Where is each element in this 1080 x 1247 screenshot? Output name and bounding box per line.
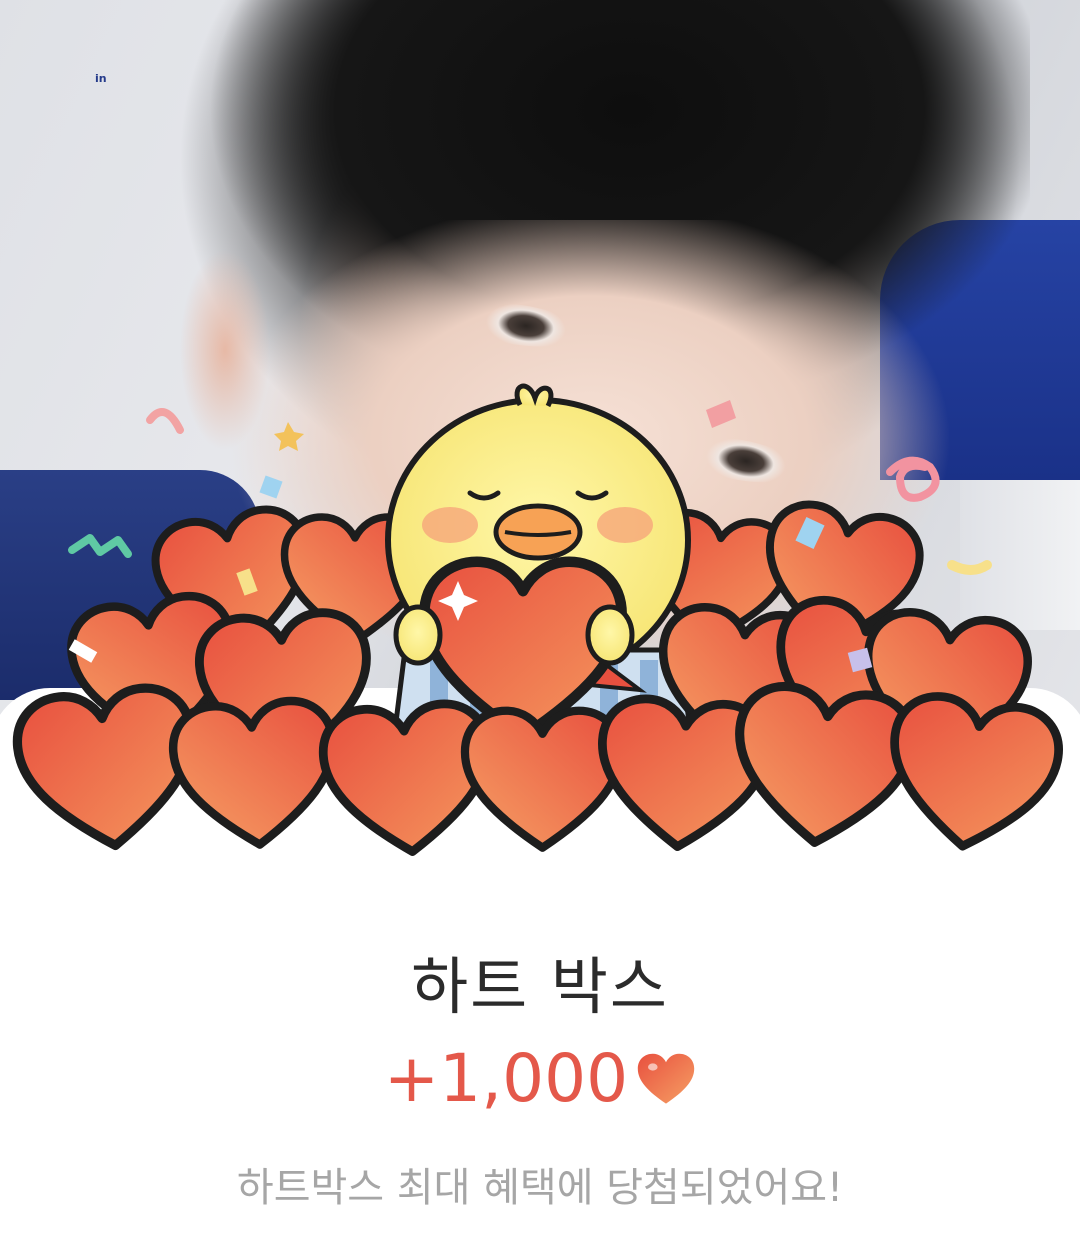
photo-watermark: in <box>95 72 107 85</box>
heart-icon <box>637 1053 695 1104</box>
reward-amount: +1,000 <box>383 1040 629 1117</box>
heart-box-reward-screen: in 하트 박스 +1,000 하트박스 최대 혜택에 당첨되었어요! <box>0 0 1080 1247</box>
reward-title: 하트 박스 <box>411 950 669 1023</box>
reward-amount-row: +1,000 <box>0 1040 1080 1117</box>
heart-box-illustration <box>0 383 1080 880</box>
reward-message: 하트박스 최대 혜택에 당첨되었어요! <box>236 1165 844 1211</box>
